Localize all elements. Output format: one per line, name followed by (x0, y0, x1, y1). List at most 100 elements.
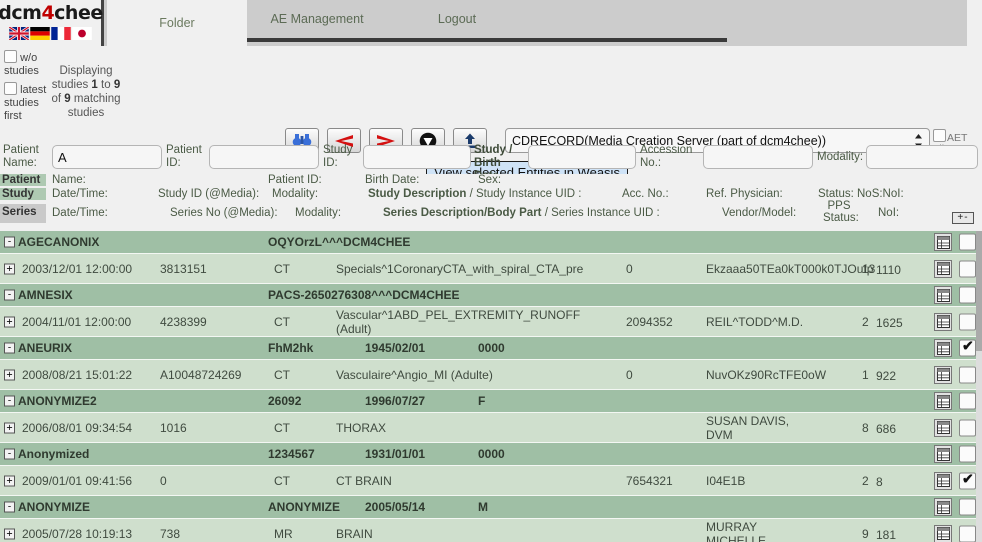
study-modality-cell: CT (274, 261, 290, 276)
expand-collapse-all-button[interactable]: +- (952, 212, 974, 224)
row-grid-button[interactable] (934, 365, 952, 384)
grid-table-icon (936, 368, 950, 381)
row-expander[interactable]: + (4, 369, 15, 380)
logo-part-a: dcm (0, 2, 42, 24)
patient-sex-cell: 0000 (478, 447, 505, 461)
study-nos-cell: 9 (862, 526, 869, 541)
study-accession-cell: 7654321 (626, 473, 673, 488)
row-expander[interactable]: - (4, 395, 15, 407)
table-scrollbar-thumb[interactable] (976, 231, 982, 351)
row-select-checkbox[interactable] (959, 233, 976, 251)
row-grid-button[interactable] (934, 312, 952, 331)
study-modality-cell: CT (274, 420, 290, 435)
study-accession-cell: 0 (626, 367, 633, 382)
row-expander[interactable]: + (4, 475, 15, 486)
flag-uk-icon[interactable] (9, 27, 29, 40)
patient-id-cell: FhM2hk (268, 341, 314, 355)
row-select-checkbox[interactable] (959, 419, 976, 436)
study-accession-cell: 0 (626, 261, 633, 276)
study-row[interactable]: +2003/12/01 12:00:00 3813151 CT Specials^1C… (0, 254, 982, 284)
row-expander[interactable]: - (4, 236, 15, 248)
patient-row[interactable]: - Anonymized 1234567 1931/01/01 0000 (0, 443, 982, 466)
row-expander[interactable]: + (4, 528, 15, 539)
row-grid-button[interactable] (934, 286, 952, 304)
row-expander[interactable]: + (4, 316, 15, 327)
study-id-cell: 1016 (160, 420, 187, 435)
row-select-checkbox[interactable] (959, 338, 976, 357)
header-sex: Sex: (478, 174, 502, 186)
row-select-checkbox[interactable] (959, 498, 976, 516)
row-grid-button[interactable] (934, 445, 952, 463)
displaying-summary: Displaying studies 1 to 9 of 9 matching … (50, 64, 122, 120)
row-grid-button[interactable] (934, 392, 952, 410)
row-grid-button[interactable] (934, 524, 952, 542)
study-datetime-cell: 2008/08/21 15:01:22 (22, 367, 133, 382)
study-description-cell: BRAIN (336, 526, 373, 541)
patient-sex-cell: F (478, 394, 486, 408)
row-expander[interactable]: + (4, 422, 15, 433)
tab-logout[interactable]: Logout (387, 0, 527, 42)
tab-folder[interactable]: Folder (107, 0, 247, 46)
header-study-uid: / Study Instance UID : (466, 188, 582, 200)
row-expander[interactable]: - (4, 289, 15, 301)
tab-ae-management[interactable]: AE Management (247, 0, 387, 42)
row-grid-button[interactable] (934, 233, 952, 251)
row-grid-button[interactable] (934, 259, 952, 278)
accession-label: Accession No.: (640, 144, 693, 169)
study-nos-cell: 8 (862, 420, 869, 435)
patient-name-input[interactable] (52, 145, 162, 169)
study-row[interactable]: +2006/08/01 09:34:54 1016 CT THORAX SUSAN DA… (0, 413, 982, 443)
row-grid-button[interactable] (934, 471, 952, 490)
tab-folder-label: Folder (159, 16, 195, 30)
flag-france-icon[interactable] (51, 27, 71, 40)
study-row[interactable]: +2004/11/01 12:00:00 4238399 CT Vascular^1A… (0, 307, 982, 337)
row-expander[interactable]: - (4, 342, 15, 354)
row-select-checkbox[interactable] (959, 313, 976, 330)
row-select-checkbox[interactable] (959, 445, 976, 463)
patient-sex-cell: 0000 (478, 341, 505, 355)
language-flags[interactable] (9, 27, 92, 40)
study-row[interactable]: +2009/01/01 09:41:56 0 CT CT BRAIN 7654321 I0… (0, 466, 982, 496)
row-select-checkbox[interactable] (959, 525, 976, 542)
study-noi-cell: 181 (876, 528, 897, 542)
study-datetime-cell: 2004/11/01 12:00:00 (22, 314, 132, 329)
patient-row[interactable]: - ANEURIX FhM2hk 1945/02/01 0000 (0, 337, 982, 360)
patient-id-input[interactable] (209, 145, 319, 169)
patient-row[interactable]: - AMNESIX PACS-2650276308^^^DCM4CHEE (0, 284, 982, 307)
study-row[interactable]: +2005/07/28 10:19:13 738 MR BRAIN MURRAY MIC… (0, 519, 982, 542)
latest-studies-checkbox[interactable] (4, 82, 17, 95)
row-select-checkbox[interactable] (959, 392, 976, 410)
study-id-input[interactable] (363, 145, 471, 169)
wo-studies-checkbox[interactable] (4, 50, 17, 63)
row-select-checkbox[interactable] (959, 470, 976, 489)
study-ref-physician-cell: I04E1B (706, 473, 746, 488)
row-grid-button[interactable] (934, 339, 952, 357)
patient-row[interactable]: - ANONYMIZE ANONYMIZE 2005/05/14 M (0, 496, 982, 519)
patient-birth-cell: 1996/07/27 (365, 394, 426, 408)
header-series-desc: Series Description/Body Part (383, 207, 542, 219)
study-nos-cell: 2 (862, 473, 869, 488)
patient-id-cell: 1234567 (268, 447, 315, 461)
accession-input[interactable] (703, 145, 813, 169)
modality-input[interactable] (866, 145, 978, 169)
row-expander[interactable]: + (4, 263, 15, 274)
row-expander[interactable]: - (4, 448, 15, 460)
row-select-checkbox[interactable] (959, 286, 976, 304)
study-row[interactable]: +2008/08/21 15:01:22 A10048724269 CT Vascul… (0, 360, 982, 390)
study-ref-physician-cell: SUSAN DAVIS, DVM (706, 413, 790, 442)
row-select-checkbox[interactable] (959, 366, 976, 383)
row-grid-button[interactable] (934, 418, 952, 437)
study-birth-date-input[interactable] (528, 145, 636, 169)
dcm4chee-web-app: dcm4chee Folder AE Management Logout w/o… (0, 0, 982, 542)
row-expander[interactable]: - (4, 501, 15, 513)
row-grid-button[interactable] (934, 498, 952, 516)
flag-germany-icon[interactable] (30, 27, 50, 40)
top-bar: dcm4chee Folder AE Management Logout (0, 0, 982, 46)
study-description-cell: CT BRAIN (336, 473, 392, 488)
flag-japan-icon[interactable] (72, 27, 92, 40)
header-birth-date: Birth Date: (365, 174, 420, 186)
row-select-checkbox[interactable] (959, 260, 976, 277)
header-vendor-model: Vendor/Model: (722, 207, 797, 219)
patient-row[interactable]: - AGECANONIX OQYOrzL^^^DCM4CHEE (0, 231, 982, 254)
patient-row[interactable]: - ANONYMIZE2 26092 1996/07/27 F (0, 390, 982, 413)
